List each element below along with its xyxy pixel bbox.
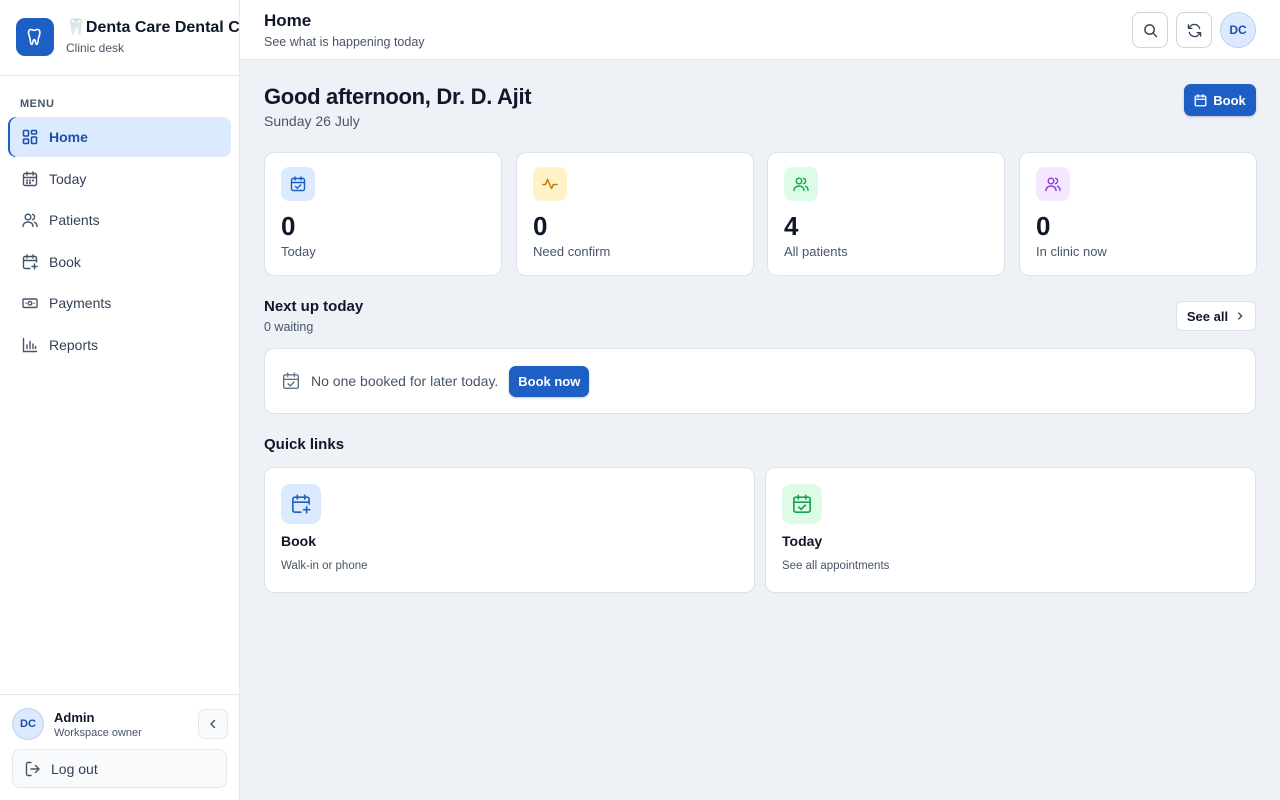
calendar-check-icon [282, 372, 300, 390]
book-button[interactable]: Book [1184, 84, 1256, 116]
collapse-sidebar-button[interactable] [198, 709, 228, 739]
sidebar-item-label: Home [49, 129, 88, 145]
clinic-name-text: Denta Care Dental Clinic [85, 19, 239, 36]
avatar[interactable]: DC [12, 708, 44, 740]
log-out-icon [25, 761, 41, 777]
stat-value: 0 [533, 211, 548, 241]
quick-link-title: Book [281, 533, 316, 549]
next-up-title: Next up today [264, 298, 364, 315]
sidebar-item-patients[interactable]: Patients [8, 200, 231, 240]
greeting-heading: Good afternoon, Dr. D. Ajit [264, 84, 532, 109]
refresh-icon [1187, 23, 1201, 37]
sidebar-nav: Home Today Patients Book Payments Report… [8, 117, 231, 367]
stat-value: 0 [281, 211, 296, 241]
quick-link-today[interactable]: Today See all appointments [765, 467, 1256, 593]
calendar-check-icon [782, 484, 822, 524]
user-name: Admin [54, 709, 95, 725]
quick-link-title: Today [782, 533, 823, 549]
sidebar-item-label: Book [49, 253, 81, 270]
page-title: Home [264, 11, 312, 30]
stat-label: All patients [784, 244, 848, 259]
quick-link-subtitle: Walk-in or phone [281, 560, 368, 572]
stat-card-all-patients[interactable]: 4 All patients [767, 152, 1005, 276]
stat-label: Need confirm [533, 244, 611, 259]
avatar[interactable]: DC [1220, 12, 1256, 48]
grid-icon [22, 129, 38, 145]
refresh-button[interactable] [1176, 12, 1212, 48]
book-button-label: Book [1213, 92, 1246, 108]
see-all-button[interactable]: See all [1176, 301, 1256, 331]
sidebar-item-home[interactable]: Home [8, 117, 231, 157]
chevron-right-icon [1235, 311, 1245, 321]
calendar-icon [1194, 93, 1207, 107]
sidebar-item-reports[interactable]: Reports [8, 325, 231, 365]
next-up-panel: No one booked for later today. Book now [264, 348, 1256, 414]
stat-card-today[interactable]: 0 Today [264, 152, 502, 276]
quick-link-subtitle: See all appointments [782, 560, 890, 572]
tooth-emoji-icon: 🦷 [66, 19, 86, 36]
user-profile: DC Admin Workspace owner [12, 707, 228, 741]
quick-link-book[interactable]: Book Walk-in or phone [264, 467, 755, 593]
stat-value: 0 [1036, 211, 1051, 241]
chevron-left-icon [210, 719, 216, 729]
stat-label: In clinic now [1036, 244, 1107, 259]
sidebar-item-label: Reports [49, 336, 99, 353]
calendar-icon [22, 170, 38, 187]
sidebar-item-today[interactable]: Today [8, 159, 231, 199]
users-icon [1036, 167, 1070, 201]
stat-value: 4 [784, 211, 799, 241]
banknote-icon [22, 295, 38, 311]
page-subtitle: See what is happening today [264, 35, 425, 49]
quick-links-title: Quick links [264, 436, 345, 453]
sidebar-item-book[interactable]: Book [8, 242, 231, 282]
clinic-name: 🦷Denta Care Dental Clinic [66, 18, 239, 38]
empty-state-text: No one booked for later today. [311, 373, 499, 389]
sidebar-item-label: Today [49, 170, 87, 187]
stat-card-in-clinic[interactable]: 0 In clinic now [1019, 152, 1257, 276]
activity-icon [533, 167, 567, 201]
clinic-subtitle: Clinic desk [66, 41, 125, 55]
menu-label: MENU [20, 98, 55, 110]
main-content: Good afternoon, Dr. D. Ajit Sunday 26 Ju… [240, 60, 1280, 800]
stat-card-need-confirm[interactable]: 0 Need confirm [516, 152, 754, 276]
search-icon [1143, 23, 1157, 37]
sidebar-item-payments[interactable]: Payments [8, 283, 231, 323]
logout-label: Log out [51, 760, 98, 777]
book-now-button[interactable]: Book now [509, 365, 590, 397]
tooth-logo-icon[interactable] [16, 18, 54, 56]
calendar-plus-icon [22, 254, 38, 270]
user-role: Workspace owner [54, 726, 142, 739]
sidebar-footer: DC Admin Workspace owner Log out [0, 694, 240, 800]
current-date: Sunday 26 July [264, 113, 360, 129]
logout-button[interactable]: Log out [12, 749, 227, 788]
search-button[interactable] [1132, 12, 1168, 48]
stat-label: Today [281, 244, 316, 259]
see-all-label: See all [1186, 308, 1229, 324]
sidebar-item-label: Payments [49, 295, 112, 312]
calendar-plus-icon [281, 484, 321, 524]
bar-chart-icon [22, 337, 38, 353]
calendar-check-icon [281, 167, 315, 201]
sidebar-item-label: Patients [49, 212, 100, 229]
top-bar: Home See what is happening today DC [240, 0, 1280, 60]
users-icon [784, 167, 818, 201]
waiting-count: 0 waiting [264, 320, 314, 334]
sidebar: 🦷Denta Care Dental Clinic Clinic desk ME… [0, 0, 240, 800]
brand-header: 🦷Denta Care Dental Clinic Clinic desk [0, 0, 239, 76]
users-icon [22, 212, 38, 228]
